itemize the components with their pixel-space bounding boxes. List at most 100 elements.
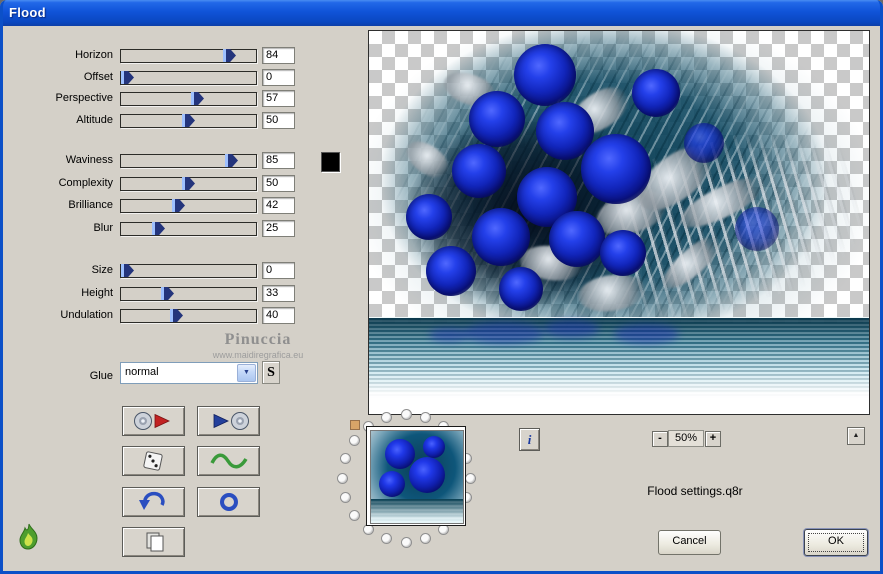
waviness-value[interactable]: 85 <box>262 152 295 169</box>
height-slider[interactable] <box>120 287 257 301</box>
slider-thumb[interactable] <box>223 49 236 62</box>
slider-thumb[interactable] <box>172 199 185 212</box>
slider-thumb[interactable] <box>182 114 195 127</box>
memory-dot[interactable] <box>339 492 351 504</box>
slider-thumb[interactable] <box>152 222 165 235</box>
thumbnail-water <box>371 499 463 523</box>
blur-value[interactable]: 25 <box>262 220 295 237</box>
flood-dialog: Flood Horizon 84 Offset 0 Perspective 57… <box>0 0 883 574</box>
glue-label: Glue <box>89 370 113 382</box>
altitude-slider[interactable] <box>120 114 257 128</box>
load-settings-button[interactable] <box>122 406 185 436</box>
slider-thumb[interactable] <box>225 154 238 167</box>
memory-dot[interactable] <box>348 434 360 446</box>
memory-dot[interactable] <box>339 452 351 464</box>
altitude-value[interactable]: 50 <box>262 112 295 129</box>
thumbnail-rose <box>379 471 405 497</box>
ok-button[interactable]: OK <box>804 529 868 556</box>
slider-thumb[interactable] <box>182 177 195 190</box>
rose-reflection <box>614 324 679 344</box>
memory-dot[interactable] <box>380 411 392 423</box>
scroll-up-button[interactable]: ▲ <box>847 427 865 445</box>
slider-row-altitude: Altitude 50 <box>0 112 300 129</box>
size-slider[interactable] <box>120 264 257 278</box>
size-value[interactable]: 0 <box>262 262 295 279</box>
memory-marker[interactable] <box>350 420 360 430</box>
blur-slider[interactable] <box>120 222 257 236</box>
copy-page-icon <box>146 532 163 552</box>
save-settings-button[interactable] <box>197 406 260 436</box>
memory-dot[interactable] <box>336 472 348 484</box>
perspective-slider[interactable] <box>120 92 257 106</box>
thumbnail-rose <box>385 439 415 469</box>
slider-label: Height <box>81 287 113 299</box>
blue-rose <box>469 91 525 147</box>
thumbnail-rose <box>409 457 445 493</box>
memory-dot[interactable] <box>348 510 360 522</box>
titlebar[interactable]: Flood <box>0 0 883 26</box>
watermark: Pinuccia www.maidiregrafica.eu <box>178 331 338 360</box>
slider-row-waviness: Waviness 85 <box>0 152 300 169</box>
memory-dot[interactable] <box>400 408 412 420</box>
slider-label: Horizon <box>75 49 113 61</box>
glue-dropdown[interactable]: normal ▼ <box>120 362 258 384</box>
info-button[interactable]: i <box>519 428 540 451</box>
cancel-button[interactable]: Cancel <box>658 530 721 555</box>
water-color-swatch[interactable] <box>321 152 340 172</box>
status-text: Flood settings.q8r <box>647 484 743 498</box>
perspective-value[interactable]: 57 <box>262 90 295 107</box>
slider-thumb[interactable] <box>161 287 174 300</box>
offset-slider[interactable] <box>120 71 257 85</box>
complexity-value[interactable]: 50 <box>262 175 295 192</box>
undo-arrow-icon <box>138 491 165 510</box>
wave-style-button[interactable] <box>197 446 260 476</box>
zoom-out-button[interactable]: - <box>652 431 668 447</box>
undo-button[interactable] <box>122 487 185 517</box>
memory-dot[interactable] <box>380 533 392 545</box>
slider-label: Waviness <box>65 154 113 166</box>
blue-rose <box>632 69 680 117</box>
zoom-in-button[interactable]: + <box>705 431 721 447</box>
preview-panel[interactable] <box>368 30 870 415</box>
horizon-value[interactable]: 84 <box>262 47 295 64</box>
complexity-slider[interactable] <box>120 177 257 191</box>
slider-thumb[interactable] <box>121 264 134 277</box>
brilliance-value[interactable]: 42 <box>262 197 295 214</box>
height-value[interactable]: 33 <box>262 285 295 302</box>
rose-reflection <box>544 320 599 338</box>
undulation-value[interactable]: 40 <box>262 307 295 324</box>
silver-leaf <box>576 272 646 314</box>
memory-dot[interactable] <box>420 411 432 423</box>
slider-row-offset: Offset 0 <box>0 69 300 86</box>
slider-label: Perspective <box>55 92 113 104</box>
brilliance-slider[interactable] <box>120 199 257 213</box>
chevron-down-icon[interactable]: ▼ <box>237 364 256 382</box>
slider-thumb[interactable] <box>170 309 183 322</box>
preview-thumbnail[interactable] <box>366 426 466 526</box>
reflection-blobs <box>369 318 869 398</box>
blue-rose <box>472 208 530 266</box>
wave-icon <box>209 453 248 469</box>
memory-dot[interactable] <box>400 536 412 548</box>
slider-label: Size <box>91 264 113 276</box>
memory-dot[interactable] <box>420 533 432 545</box>
undulation-slider[interactable] <box>120 309 257 323</box>
reset-button[interactable] <box>197 487 260 517</box>
horizon-slider[interactable] <box>120 49 257 63</box>
watermark-name: Pinuccia <box>224 331 292 348</box>
copy-button[interactable] <box>122 527 185 557</box>
dice-icon <box>142 451 163 471</box>
memory-dot[interactable] <box>464 472 476 484</box>
rose-reflection <box>429 328 469 342</box>
random-settings-button[interactable] <box>122 446 185 476</box>
glue-s-button[interactable]: S <box>262 361 280 384</box>
slider-label: Undulation <box>60 309 113 321</box>
zoom-level[interactable]: 50% <box>668 430 704 447</box>
slider-row-size: Size 0 <box>0 262 300 279</box>
slider-thumb[interactable] <box>121 71 134 84</box>
glue-selected-value: normal <box>125 366 159 378</box>
offset-value[interactable]: 0 <box>262 69 295 86</box>
slider-thumb[interactable] <box>191 92 204 105</box>
slider-label: Offset <box>83 71 113 83</box>
waviness-slider[interactable] <box>120 154 257 168</box>
